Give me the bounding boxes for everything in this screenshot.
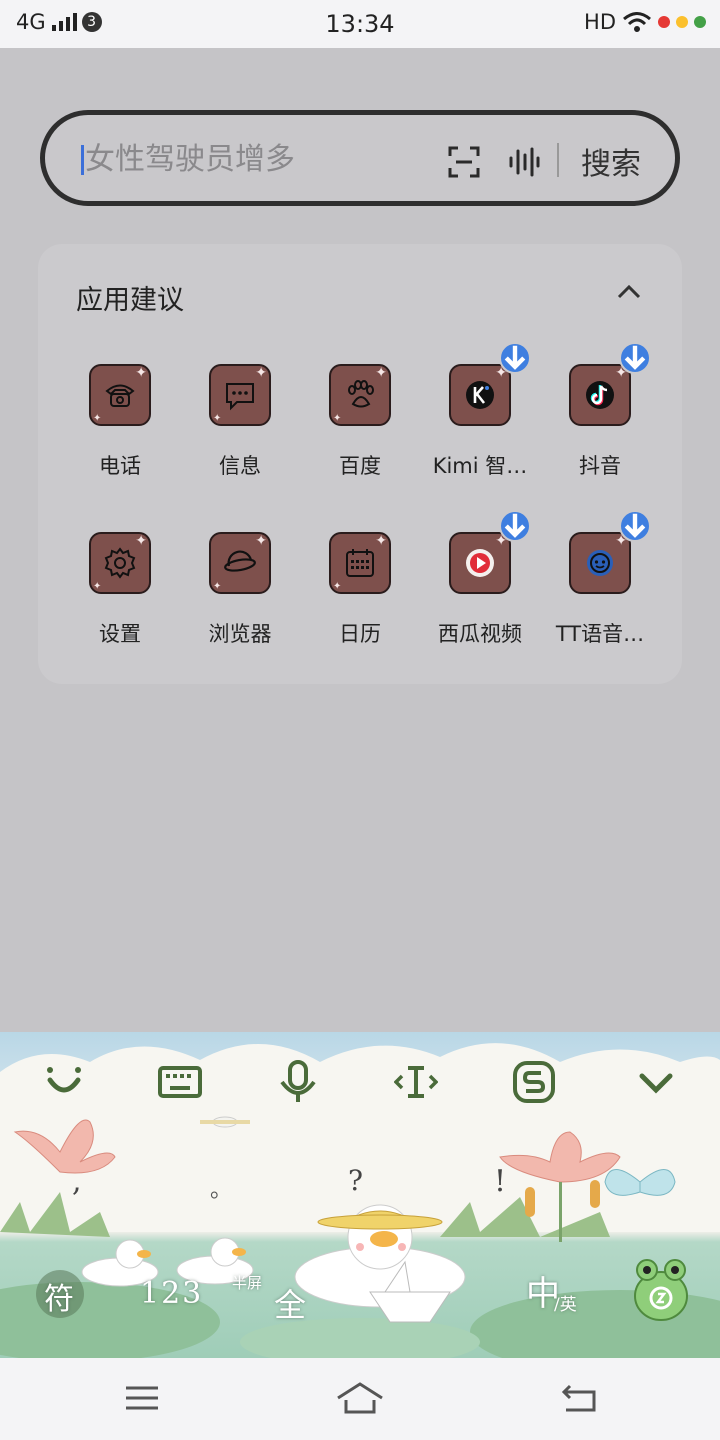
app-label: 百度 <box>339 454 381 478</box>
green-dot-icon <box>694 16 706 28</box>
text-caret <box>81 145 84 175</box>
download-badge <box>619 510 651 542</box>
back-icon[interactable] <box>560 1380 600 1416</box>
english-label: /英 <box>554 1295 577 1315</box>
app-messages[interactable]: ✦ ✦ 信息 <box>180 364 300 480</box>
comma-key[interactable]: , <box>72 1164 82 1199</box>
sparkle-icon: ✦ <box>255 365 267 381</box>
app-browser[interactable]: ✦ ✦ 浏览器 <box>180 532 300 648</box>
app-tt-voice[interactable]: ✦ TT语音… <box>540 510 660 648</box>
chevron-down-icon[interactable] <box>634 1060 678 1104</box>
navigation-bar <box>0 1358 720 1440</box>
sparkle-icon: ✦ <box>213 581 222 592</box>
exclaim-key[interactable]: ! <box>494 1164 506 1199</box>
app-douyin[interactable]: ✦ 抖音 <box>540 342 660 480</box>
sparkle-icon: ✦ <box>333 413 342 424</box>
yellow-dot-icon <box>676 16 688 28</box>
app-xigua-video[interactable]: ✦ 西瓜视频 <box>420 510 540 648</box>
app-label: 设置 <box>99 622 141 646</box>
app-icon-tile: ✦ ✦ <box>89 364 151 426</box>
phone-icon <box>105 384 135 407</box>
smile-icon[interactable] <box>42 1060 86 1104</box>
sparkle-icon: ✦ <box>375 533 387 549</box>
app-settings[interactable]: ✦ ✦ 设置 <box>60 532 180 648</box>
app-icon-tile: ✦ ✦ <box>89 532 151 594</box>
download-badge <box>499 342 531 374</box>
keyboard-icon[interactable] <box>158 1060 202 1104</box>
search-bar[interactable]: 搜索 <box>40 110 680 206</box>
app-kimi[interactable]: ✦ Kimi 智… <box>420 342 540 480</box>
cursor-icon[interactable] <box>394 1060 438 1104</box>
douyin-icon <box>586 381 614 409</box>
chevron-up-icon[interactable] <box>616 282 642 302</box>
sogou-icon[interactable] <box>512 1060 556 1104</box>
app-label: Kimi 智… <box>432 454 528 478</box>
download-icon <box>624 513 646 538</box>
app-label: 日历 <box>339 622 381 646</box>
app-icon-tile: ✦ <box>569 342 651 426</box>
voice-icon[interactable] <box>507 145 541 179</box>
scan-icon[interactable] <box>447 145 481 179</box>
app-icon-tile: ✦ ✦ <box>209 532 271 594</box>
app-label: 西瓜视频 <box>438 622 522 646</box>
app-label: TT语音… <box>555 622 645 646</box>
app-icon-tile: ✦ <box>449 510 531 594</box>
sparkle-icon: ✦ <box>135 365 147 381</box>
frog-switch-icon[interactable] <box>632 1256 690 1322</box>
sparkle-icon: ✦ <box>333 581 342 592</box>
symbol-key[interactable]: 符 <box>44 1274 74 1318</box>
search-divider <box>557 143 559 177</box>
app-icon-tile: ✦ ✦ <box>209 364 271 426</box>
sparkle-icon: ✦ <box>375 365 387 381</box>
app-label: 电话 <box>99 454 141 478</box>
app-phone[interactable]: ✦ ✦ 电话 <box>60 364 180 480</box>
status-right: HD <box>584 10 706 34</box>
download-icon <box>504 513 526 538</box>
gear-icon <box>104 547 136 579</box>
home-icon[interactable] <box>336 1380 384 1416</box>
download-icon <box>624 345 646 370</box>
calendar-icon <box>346 549 374 577</box>
search-input[interactable] <box>85 139 425 179</box>
sparkle-icon: ✦ <box>255 533 267 549</box>
planet-icon <box>224 550 256 572</box>
message-icon <box>226 383 254 411</box>
app-label: 浏览器 <box>208 622 272 646</box>
wifi-icon <box>623 12 651 32</box>
sparkle-icon: ✦ <box>93 581 102 592</box>
number-key[interactable]: 123 <box>140 1276 203 1311</box>
kimi-icon <box>466 381 494 409</box>
app-calendar[interactable]: ✦ ✦ 日历 <box>300 532 420 648</box>
download-badge <box>499 510 531 542</box>
app-suggestions-panel: 应用建议 ✦ ✦ 电话 ✦ ✦ 信息 ✦ ✦ 百度 ✦ Kimi 智… ✦ 抖音… <box>38 244 682 684</box>
red-dot-icon <box>658 16 670 28</box>
search-button[interactable]: 搜索 <box>581 139 641 183</box>
app-label: 抖音 <box>579 454 621 478</box>
menu-icon[interactable] <box>122 1380 162 1416</box>
app-icon-tile: ✦ <box>449 342 531 426</box>
paw-icon <box>348 380 374 408</box>
half-screen-label: 半屏 <box>232 1274 263 1292</box>
mic-icon[interactable] <box>276 1060 320 1104</box>
app-icon-tile: ✦ <box>569 510 651 594</box>
download-badge <box>619 342 651 374</box>
app-icon-tile: ✦ ✦ <box>329 364 391 426</box>
panel-title: 应用建议 <box>76 285 184 316</box>
play-icon <box>466 549 494 577</box>
app-label: 信息 <box>219 454 261 478</box>
app-baidu[interactable]: ✦ ✦ 百度 <box>300 364 420 480</box>
question-key[interactable]: ? <box>348 1164 363 1197</box>
status-bar: 4G 3 13:34 HD <box>0 0 720 48</box>
download-icon <box>504 345 526 370</box>
period-key[interactable]: 。 <box>210 1172 232 1204</box>
sparkle-icon: ✦ <box>93 413 102 424</box>
tt-voice-icon <box>587 550 613 576</box>
ime-keyboard: , 。 ? ! 符 123 半屏 全 中 /英 <box>0 1032 720 1358</box>
full-screen-key[interactable]: 全 <box>274 1280 306 1326</box>
hd-label: HD <box>584 10 616 34</box>
app-icon-tile: ✦ ✦ <box>329 532 391 594</box>
sparkle-icon: ✦ <box>213 413 222 424</box>
sparkle-icon: ✦ <box>135 533 147 549</box>
